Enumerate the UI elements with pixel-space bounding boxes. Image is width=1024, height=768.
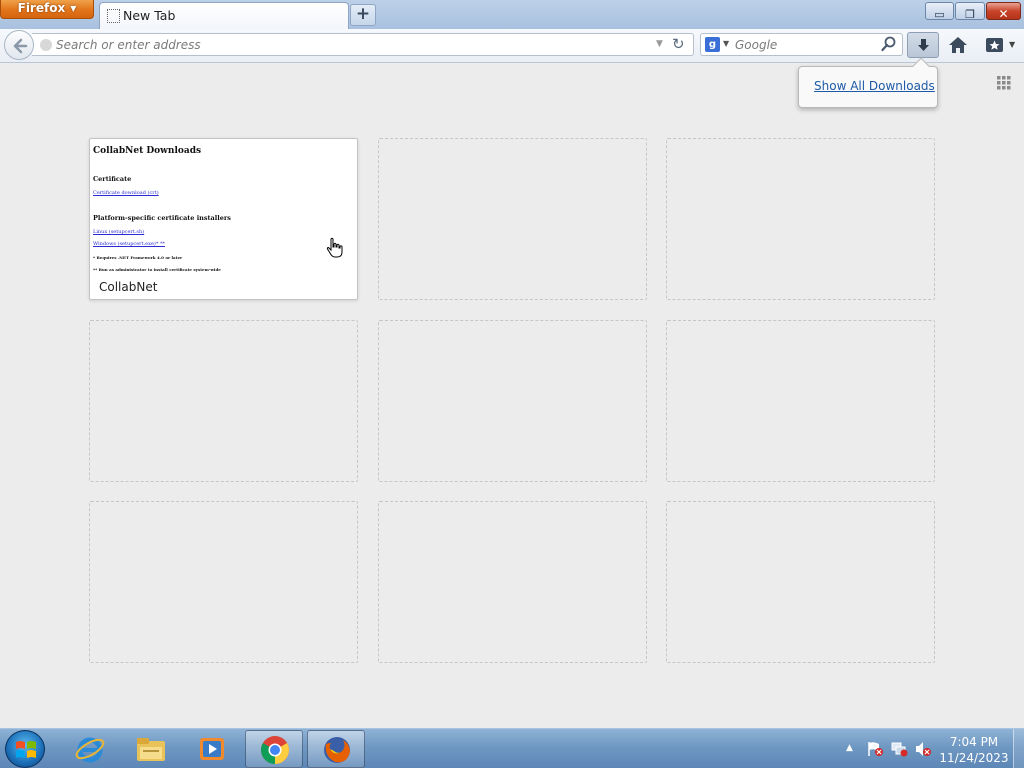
back-arrow-icon [13,38,28,54]
show-hidden-icons-chevron-icon[interactable]: ▲ [846,743,853,753]
download-arrow-icon [918,39,929,51]
thumb-link: Linux (setupcert.sh) [93,229,145,235]
back-button[interactable] [4,30,34,60]
thumb-heading: Platform-specific certificate installers [93,214,231,222]
taskbar-chrome[interactable] [245,730,303,768]
restore-icon: ❐ [965,8,975,21]
close-icon: ✕ [998,7,1009,21]
site-identity-icon[interactable] [40,39,52,51]
volume-muted-icon[interactable] [914,741,932,757]
taskbar-media-player[interactable] [183,730,241,768]
start-button[interactable] [5,730,45,768]
firefox-menu-button[interactable]: Firefox ▼ [0,0,94,19]
internet-explorer-icon [75,737,105,763]
thumb-heading: Certificate [93,175,132,183]
search-input[interactable] [735,36,875,54]
thumb-note: ** Run as administrator to install certi… [93,267,221,272]
chrome-icon [261,736,289,764]
empty-tile [89,320,358,482]
thumb-note: * Requires .NET Framework 4.0 or later [93,255,183,260]
empty-tile [378,501,647,663]
empty-tile [89,501,358,663]
clock-time: 7:04 PM [949,735,999,749]
file-explorer-icon [137,738,165,761]
empty-tile [666,138,935,300]
reload-icon[interactable]: ↻ [672,35,685,53]
minimize-icon: ▭ [934,8,945,21]
system-clock[interactable]: 7:04 PM 11/24/2023 [939,734,1009,766]
home-icon[interactable] [947,35,969,55]
address-bar[interactable]: ▼ ↻ [32,33,694,56]
empty-tile [666,501,935,663]
show-desktop-button[interactable] [1013,729,1024,768]
network-icon[interactable] [890,741,908,757]
downloads-panel: Show All Downloads [798,57,938,108]
taskbar: ▲ 7:04 PM 11/24/2023 [0,728,1024,768]
thumb-link: Certificate download (crt) [93,190,159,196]
tile-thumbnail: CollabNet Downloads Certificate Certific… [92,144,354,277]
google-engine-icon[interactable]: g [705,37,720,52]
empty-tile [378,320,647,482]
site-tile-collabnet[interactable]: CollabNet Downloads Certificate Certific… [89,138,358,300]
clock-date: 11/24/2023 [939,751,1009,765]
action-center-flag-icon[interactable] [866,741,884,757]
firefox-menu-label: Firefox [17,1,66,15]
downloads-button[interactable] [907,32,939,58]
empty-tile [666,320,935,482]
thumb-title: CollabNet Downloads [93,146,202,156]
hand-cursor-icon [326,237,343,258]
blank-page-icon [107,9,120,23]
taskbar-firefox[interactable] [307,730,365,768]
search-bar[interactable]: g ▼ [700,33,903,56]
chevron-down-icon[interactable]: ▼ [723,39,729,48]
tab-new-tab[interactable]: New Tab [99,2,349,29]
taskbar-file-explorer[interactable] [122,730,180,768]
close-window-button[interactable]: ✕ [986,2,1021,21]
firefox-icon [324,737,350,763]
grid-toggle-icon[interactable] [997,76,1011,90]
media-player-icon [200,738,224,760]
title-bar: Firefox ▼ New Tab + ▭ ❐ ✕ [0,0,1024,29]
search-icon[interactable] [881,36,897,52]
navigation-toolbar: ▼ ↻ g ▼ ▼ [0,29,1024,63]
empty-tile [378,138,647,300]
history-dropdown-icon[interactable]: ▼ [656,39,663,49]
bookmarks-icon[interactable] [984,35,1006,55]
minimize-button[interactable]: ▭ [925,2,954,21]
bookmarks-menu-chevron-icon[interactable]: ▼ [1009,40,1015,49]
taskbar-internet-explorer[interactable] [61,730,119,768]
chevron-down-icon: ▼ [70,4,77,13]
thumb-link: Windows (setupcert.exe)* ** [93,241,165,247]
new-tab-button[interactable]: + [350,4,376,26]
tab-title: New Tab [123,8,176,23]
show-all-downloads-link[interactable]: Show All Downloads [814,79,935,93]
address-input[interactable] [56,36,656,54]
windows-logo-icon [16,741,36,758]
restore-button[interactable]: ❐ [955,2,985,21]
tile-title: CollabNet [99,280,158,294]
